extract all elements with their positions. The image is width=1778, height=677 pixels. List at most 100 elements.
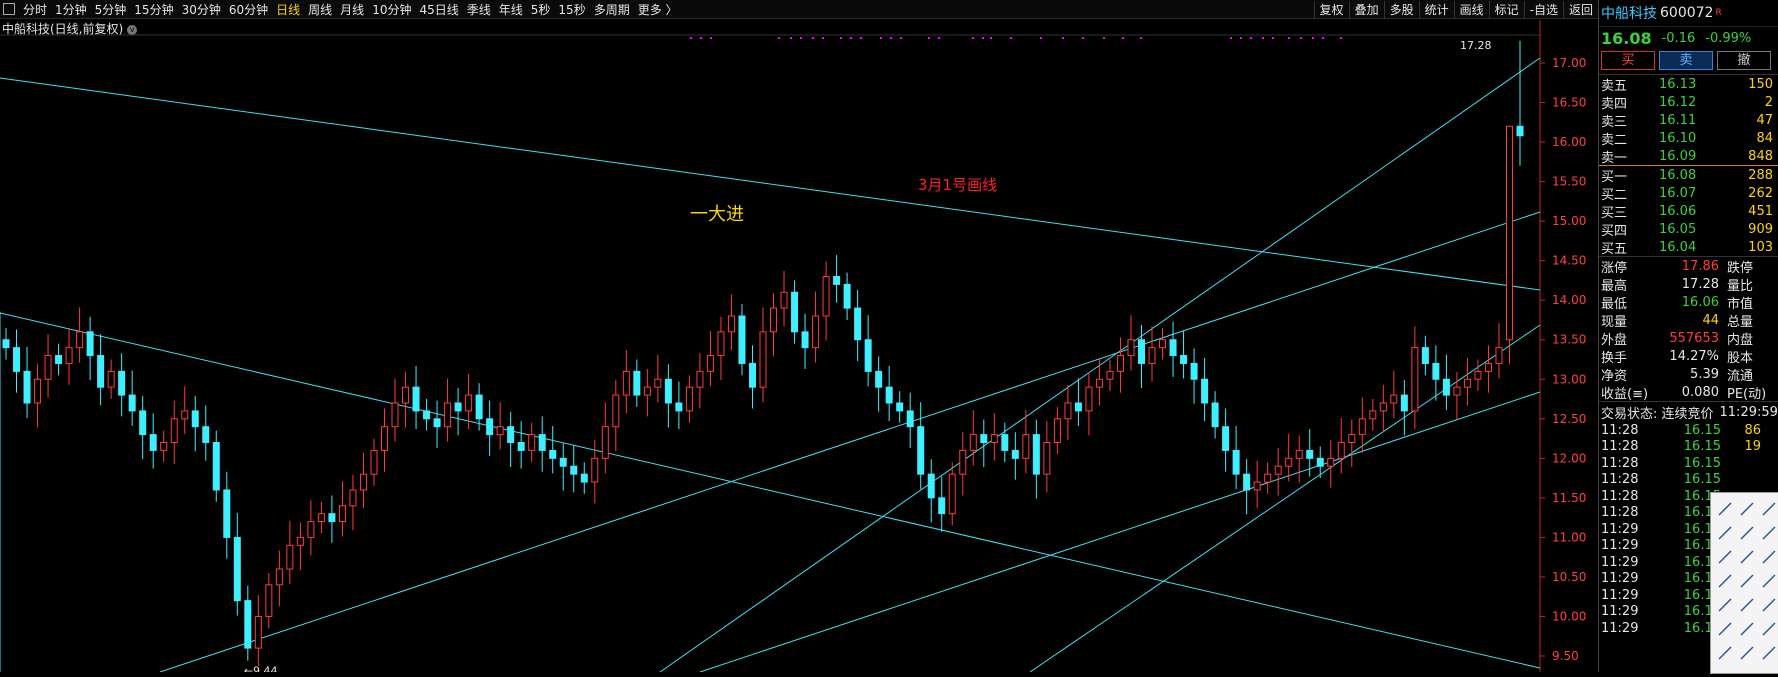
signal-dot <box>928 37 930 39</box>
arc-icon[interactable] <box>1740 574 1754 588</box>
tick-time: 11:28 <box>1601 422 1639 438</box>
candle-body <box>296 536 304 546</box>
trendline[interactable] <box>159 211 1541 672</box>
square-icon[interactable] <box>1762 646 1776 660</box>
circle-icon[interactable] <box>1762 574 1776 588</box>
candle-body <box>76 331 84 349</box>
trendline[interactable] <box>0 312 1541 669</box>
signal-dot <box>1312 37 1314 39</box>
ask-row[interactable]: 卖三 16.11 47 <box>1599 111 1778 130</box>
angle-icon[interactable] <box>1718 574 1732 588</box>
candle-body <box>433 418 441 428</box>
cancel-button[interactable]: 撤 <box>1717 51 1771 70</box>
parallel-icon[interactable] <box>1718 550 1732 564</box>
bid-row[interactable]: 买四 16.05 909 <box>1599 220 1778 239</box>
segment-icon[interactable] <box>1718 526 1732 540</box>
candle-body <box>454 402 462 412</box>
tick-price: 16.15 <box>1683 422 1721 438</box>
channel-icon[interactable] <box>1762 550 1776 564</box>
candle-body <box>1211 402 1219 428</box>
ray-icon[interactable] <box>1762 502 1776 516</box>
candle-body <box>507 426 515 444</box>
candle-body <box>727 315 735 333</box>
gann-icon[interactable] <box>1718 622 1732 636</box>
candle-body <box>233 536 241 602</box>
candle-body <box>1011 449 1019 459</box>
stat-value: 557653 <box>1669 330 1719 346</box>
tick-volume: 86 <box>1744 422 1761 438</box>
y-tick-label: 10.00 <box>1552 609 1586 623</box>
candle-body <box>854 307 862 341</box>
ask-row[interactable]: 卖二 16.10 84 <box>1599 129 1778 148</box>
candle-body <box>107 370 115 388</box>
candle-body <box>969 434 977 451</box>
candle-body <box>370 449 378 475</box>
sell-button[interactable]: 卖 <box>1659 51 1713 70</box>
candle-body <box>1495 347 1503 364</box>
signal-dot <box>1288 37 1290 39</box>
low-price-label: ←9.44 <box>244 665 278 672</box>
drawing-tools-icons[interactable] <box>1711 493 1778 673</box>
rect-icon[interactable] <box>1740 646 1754 660</box>
zigzag-icon[interactable] <box>1740 598 1754 612</box>
bid-label: 买五 <box>1601 241 1628 257</box>
ask-label: 卖四 <box>1601 96 1628 112</box>
stat-label: 最低 <box>1601 296 1628 312</box>
candle-body <box>580 473 588 483</box>
ask-row[interactable]: 卖一 16.09 848 <box>1599 147 1778 166</box>
annotation-date[interactable]: 3月1号画线 <box>918 176 997 194</box>
wave-icon[interactable] <box>1718 598 1732 612</box>
candle-body <box>980 434 988 444</box>
trendline[interactable] <box>0 77 1541 291</box>
signal-dot <box>1103 37 1105 39</box>
ask-row[interactable]: 卖五 16.13 150 <box>1599 75 1778 94</box>
ask-row[interactable]: 卖四 16.12 2 <box>1599 93 1778 112</box>
ask-book: 卖五 16.13 150 卖四 16.12 2 卖三 16.11 47 卖二 16.10 84 卖一 16… <box>1599 74 1778 166</box>
signal-dot <box>1082 37 1084 39</box>
stats-row: 涨停 17.86 跌停 <box>1599 257 1778 276</box>
bid-label: 买四 <box>1601 223 1628 239</box>
candle-body <box>770 307 778 333</box>
vline-icon[interactable] <box>1762 526 1776 540</box>
bid-row[interactable]: 买五 16.04 103 <box>1599 238 1778 257</box>
text-icon[interactable] <box>1740 622 1754 636</box>
candle-body <box>1474 370 1482 380</box>
ellipse-icon[interactable] <box>1762 622 1776 636</box>
trendline[interactable] <box>699 391 1541 672</box>
candle-body <box>307 521 315 538</box>
candle-body <box>1327 457 1335 467</box>
stat-label-2: 量比 <box>1727 278 1754 294</box>
ask-volume: 848 <box>1748 148 1773 164</box>
candle-body <box>423 410 431 420</box>
candle-body <box>559 457 567 467</box>
candle-body <box>1159 339 1167 349</box>
bid-row[interactable]: 买三 16.06 451 <box>1599 202 1778 221</box>
bid-row[interactable]: 买一 16.08 288 <box>1599 166 1778 185</box>
buy-button[interactable]: 买 <box>1601 51 1655 70</box>
kline-chart[interactable]: 17.00 16.50 16.00 15.50 15.00 14.50 14.00 13.50… <box>0 0 1598 672</box>
hline-icon[interactable] <box>1740 526 1754 540</box>
candle-body <box>633 370 641 396</box>
candle-body <box>748 362 756 388</box>
annotation-main[interactable]: 一大进 <box>690 204 744 225</box>
signal-dot <box>710 37 712 39</box>
y-tick-label: 16.00 <box>1552 135 1586 149</box>
bid-price: 16.07 <box>1659 185 1697 201</box>
candle-body <box>1421 347 1429 364</box>
signal-dot <box>1062 37 1064 39</box>
arrow-icon[interactable] <box>1718 646 1732 660</box>
fib-icon[interactable] <box>1740 550 1754 564</box>
line-icon[interactable] <box>1740 502 1754 516</box>
bid-row[interactable]: 买二 16.07 262 <box>1599 184 1778 203</box>
pattern-icon[interactable] <box>1762 598 1776 612</box>
candle-body <box>496 426 504 436</box>
candle-body <box>791 291 799 333</box>
candle-body <box>412 386 420 412</box>
candle-body <box>549 449 557 459</box>
candle-body <box>675 402 683 412</box>
signal-dot <box>778 37 780 39</box>
trendline[interactable] <box>659 57 1541 672</box>
y-tick-label: 17.00 <box>1552 56 1586 70</box>
cursor-icon[interactable] <box>1718 502 1732 516</box>
stat-value: 5.39 <box>1690 366 1719 382</box>
